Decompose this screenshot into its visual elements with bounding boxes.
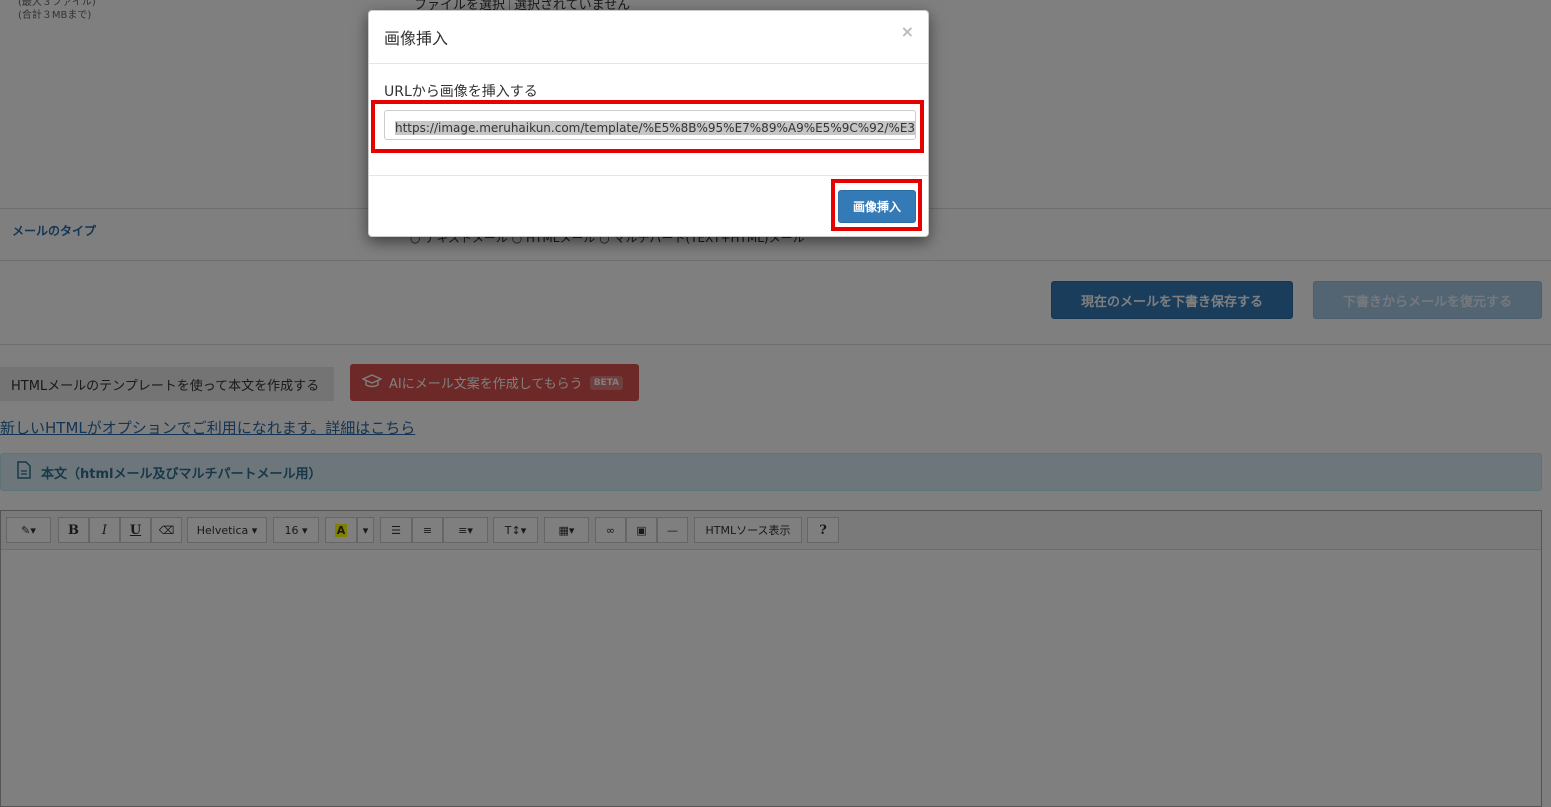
- close-icon[interactable]: ×: [901, 22, 914, 41]
- highlight-insert-button: [831, 179, 922, 231]
- highlight-url-field: [371, 100, 924, 153]
- modal-title: 画像挿入: [384, 29, 449, 48]
- modal-header: 画像挿入 ×: [369, 11, 928, 64]
- url-label: URLから画像を挿入する: [384, 84, 538, 100]
